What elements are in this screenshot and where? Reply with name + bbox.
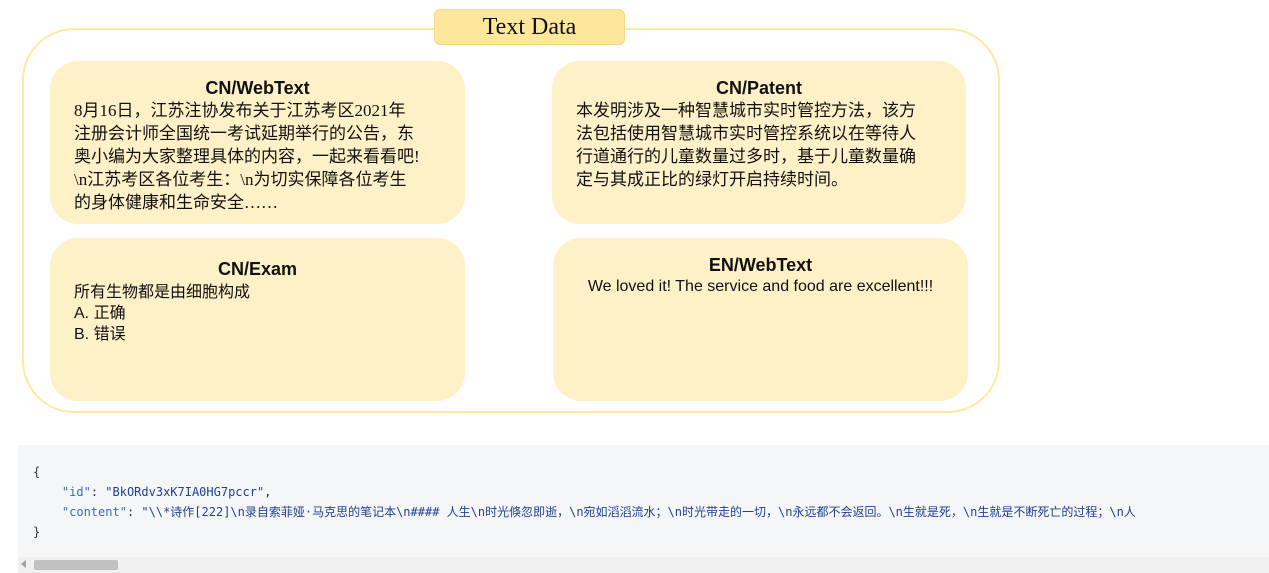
scroll-left-icon[interactable]: [21, 560, 26, 568]
card-body: 8月16日，江苏注协发布关于江苏考区2021年 注册会计师全国统一考试延期举行的…: [74, 101, 420, 212]
card-cn-patent: CN/Patent 本发明涉及一种智慧城市实时管控方法，该方 法包括使用智慧城市…: [552, 61, 966, 224]
json-code-panel: { "id": "BkORdv3xK7IA0HG7pccr", "content…: [18, 445, 1269, 573]
card-cn-exam: CN/Exam 所有生物都是由细胞构成 A. 正确 B. 错误: [50, 238, 465, 401]
id-value: "BkORdv3xK7IA0HG7pccr": [105, 485, 265, 499]
code-lines: { "id": "BkORdv3xK7IA0HG7pccr", "content…: [33, 465, 1136, 539]
card-en-webtext: EN/WebText We loved it! The service and …: [553, 238, 968, 401]
card-title: CN/WebText: [205, 78, 310, 98]
card-title: CN/Exam: [217, 259, 298, 279]
close-brace: }: [33, 525, 41, 539]
diagram-title: Text Data: [434, 9, 625, 45]
card-title: CN/Patent: [715, 78, 802, 98]
card-body: 所有生物都是由细胞构成 A. 正确 B. 错误: [74, 284, 251, 343]
card-title: EN/WebText: [708, 255, 813, 275]
card-body: 本发明涉及一种智慧城市实时管控方法，该方 法包括使用智慧城市实时管控系统以在等待…: [576, 101, 916, 189]
id-key: "id": [61, 485, 91, 499]
open-brace: {: [33, 465, 41, 479]
horizontal-scrollbar[interactable]: [18, 557, 1269, 573]
content-key: "content": [61, 505, 127, 519]
card-cn-webtext: CN/WebText 8月16日，江苏注协发布关于江苏考区2021年 注册会计师…: [50, 61, 465, 224]
content-value: "\\*诗作[222]\n录自索菲娅·马克思的笔记本\n#### 人生\n时光倏…: [141, 505, 1136, 519]
scroll-thumb[interactable]: [34, 560, 118, 570]
card-body: We loved it! The service and food are ex…: [587, 278, 934, 295]
